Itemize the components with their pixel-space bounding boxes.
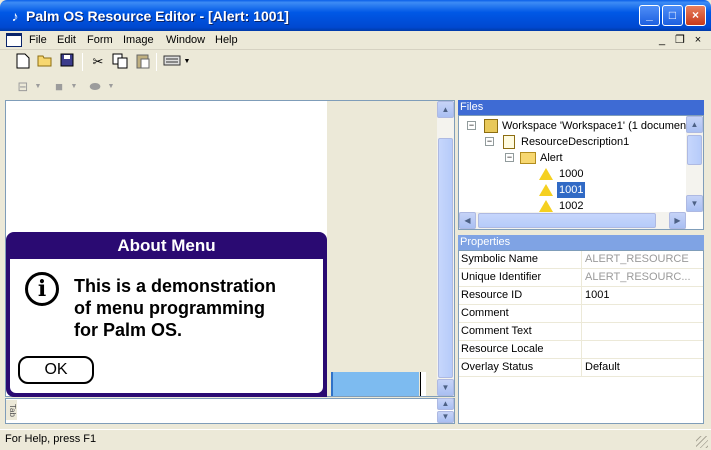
tree-item-label-selected: 1001 xyxy=(557,182,586,198)
menu-edit[interactable]: Edit xyxy=(57,33,76,48)
keyboard-icon[interactable] xyxy=(163,53,181,71)
alert-message-line: This is a demonstration xyxy=(74,276,277,296)
status-bar xyxy=(0,429,711,450)
files-hscroll-thumb[interactable] xyxy=(478,213,656,228)
window-title: Palm OS Resource Editor - [Alert: 1001] xyxy=(26,8,289,24)
app-icon[interactable]: ♪ xyxy=(6,7,24,25)
tab-scroll-up-button[interactable]: ▲ xyxy=(437,398,454,410)
menu-file[interactable]: File xyxy=(29,33,47,48)
scroll-down-button[interactable]: ▼ xyxy=(437,379,454,396)
maximize-button[interactable]: □ xyxy=(662,5,683,26)
folder-icon xyxy=(520,152,536,164)
properties-grid[interactable]: Symbolic Name ALERT_RESOURCE Unique Iden… xyxy=(458,250,704,424)
dropdown-arrow-icon[interactable]: ▼ xyxy=(33,78,43,96)
standard-toolbar: ✂ ▼ xyxy=(0,51,200,75)
editor-scroll-thumb[interactable] xyxy=(438,138,453,378)
alert-message-line: for Palm OS. xyxy=(74,320,183,340)
tab-strip[interactable] xyxy=(5,398,455,424)
save-disk-icon[interactable] xyxy=(58,53,76,71)
new-document-icon[interactable] xyxy=(14,53,32,71)
menu-help[interactable]: Help xyxy=(215,33,238,48)
property-value[interactable] xyxy=(583,341,703,358)
property-name: Unique Identifier xyxy=(459,269,582,286)
tree-item-label: ResourceDescription1 xyxy=(521,136,630,148)
document-icon[interactable] xyxy=(6,33,22,47)
property-value[interactable] xyxy=(583,323,703,340)
property-name: Comment xyxy=(459,305,582,322)
property-row[interactable]: Comment xyxy=(459,305,703,323)
menu-window[interactable]: Window xyxy=(166,33,205,48)
mdi-close-button[interactable]: × xyxy=(691,33,705,47)
mdi-minimize-button[interactable]: _ xyxy=(655,33,669,47)
canvas-strip-end xyxy=(420,372,426,396)
alert-warning-icon xyxy=(539,200,553,212)
alert-warning-icon xyxy=(539,184,553,196)
open-folder-icon[interactable] xyxy=(36,53,54,71)
resource-file-icon xyxy=(503,135,515,149)
properties-panel-header: Properties xyxy=(458,235,704,250)
property-row[interactable]: Resource ID 1001 xyxy=(459,287,703,305)
info-icon: i xyxy=(25,272,59,306)
files-panel-header: Files xyxy=(458,100,704,115)
shape-square-icon[interactable]: ■ xyxy=(50,78,68,96)
files-scroll-up-button[interactable]: ▲ xyxy=(686,116,703,133)
ok-button[interactable]: OK xyxy=(18,356,94,384)
menu-image[interactable]: Image xyxy=(123,33,154,48)
alert-warning-icon xyxy=(539,168,553,180)
dropdown-arrow-icon[interactable]: ▼ xyxy=(106,78,116,96)
tree-expander[interactable]: − xyxy=(505,153,514,162)
layout-toolbar: ⊟ ▼ ■ ▼ ⬬ ▼ xyxy=(0,76,130,98)
tree-item-label: Alert xyxy=(540,152,563,164)
menu-form[interactable]: Form xyxy=(87,33,113,48)
tab-handle[interactable]: Tab xyxy=(6,400,17,420)
files-scroll-thumb[interactable] xyxy=(687,135,702,165)
dropdown-arrow-icon[interactable]: ▼ xyxy=(182,53,192,71)
files-scroll-left-button[interactable]: ◀ xyxy=(459,212,476,229)
property-value[interactable]: Default xyxy=(583,359,703,376)
files-scroll-down-button[interactable]: ▼ xyxy=(686,195,703,212)
shape-oval-icon[interactable]: ⬬ xyxy=(86,78,104,96)
property-row[interactable]: Resource Locale xyxy=(459,341,703,359)
align-icon[interactable]: ⊟ xyxy=(14,78,32,96)
property-row[interactable]: Unique Identifier ALERT_RESOURC... xyxy=(459,269,703,287)
status-text: For Help, press F1 xyxy=(5,433,97,445)
tree-item-label: Workspace 'Workspace1' (1 document xyxy=(502,120,690,132)
property-name: Resource Locale xyxy=(459,341,582,358)
property-value[interactable] xyxy=(583,305,703,322)
property-name: Comment Text xyxy=(459,323,582,340)
dropdown-arrow-icon[interactable]: ▼ xyxy=(69,78,79,96)
copy-icon[interactable] xyxy=(111,53,129,71)
property-name: Overlay Status xyxy=(459,359,582,376)
tab-scroll-down-button[interactable]: ▼ xyxy=(437,411,454,423)
tree-expander[interactable]: − xyxy=(467,121,476,130)
scroll-up-button[interactable]: ▲ xyxy=(437,101,454,118)
tree-expander[interactable]: − xyxy=(485,137,494,146)
tree-item-label: 1000 xyxy=(559,168,584,180)
alert-message-line: of menu programming xyxy=(74,298,266,318)
paste-icon[interactable] xyxy=(134,53,152,71)
property-row[interactable]: Symbolic Name ALERT_RESOURCE xyxy=(459,251,703,269)
canvas-strip xyxy=(331,372,419,396)
property-row[interactable]: Overlay Status Default xyxy=(459,359,703,377)
property-value[interactable]: ALERT_RESOURC... xyxy=(583,269,703,286)
property-name: Resource ID xyxy=(459,287,582,304)
property-value[interactable]: ALERT_RESOURCE xyxy=(583,251,703,268)
property-value[interactable]: 1001 xyxy=(583,287,703,304)
mdi-restore-button[interactable]: ❐ xyxy=(673,33,687,47)
workspace-icon xyxy=(484,119,498,133)
property-row[interactable]: Comment Text xyxy=(459,323,703,341)
resize-grip-icon[interactable] xyxy=(696,436,708,448)
property-name: Symbolic Name xyxy=(459,251,582,268)
toolbar-separator xyxy=(156,53,157,71)
cut-scissors-icon[interactable]: ✂ xyxy=(89,53,107,71)
close-button[interactable]: × xyxy=(685,5,706,26)
minimize-button[interactable]: _ xyxy=(639,5,660,26)
files-scroll-right-button[interactable]: ▶ xyxy=(669,212,686,229)
alert-title: About Menu xyxy=(117,236,216,255)
toolbar-separator xyxy=(82,53,83,71)
